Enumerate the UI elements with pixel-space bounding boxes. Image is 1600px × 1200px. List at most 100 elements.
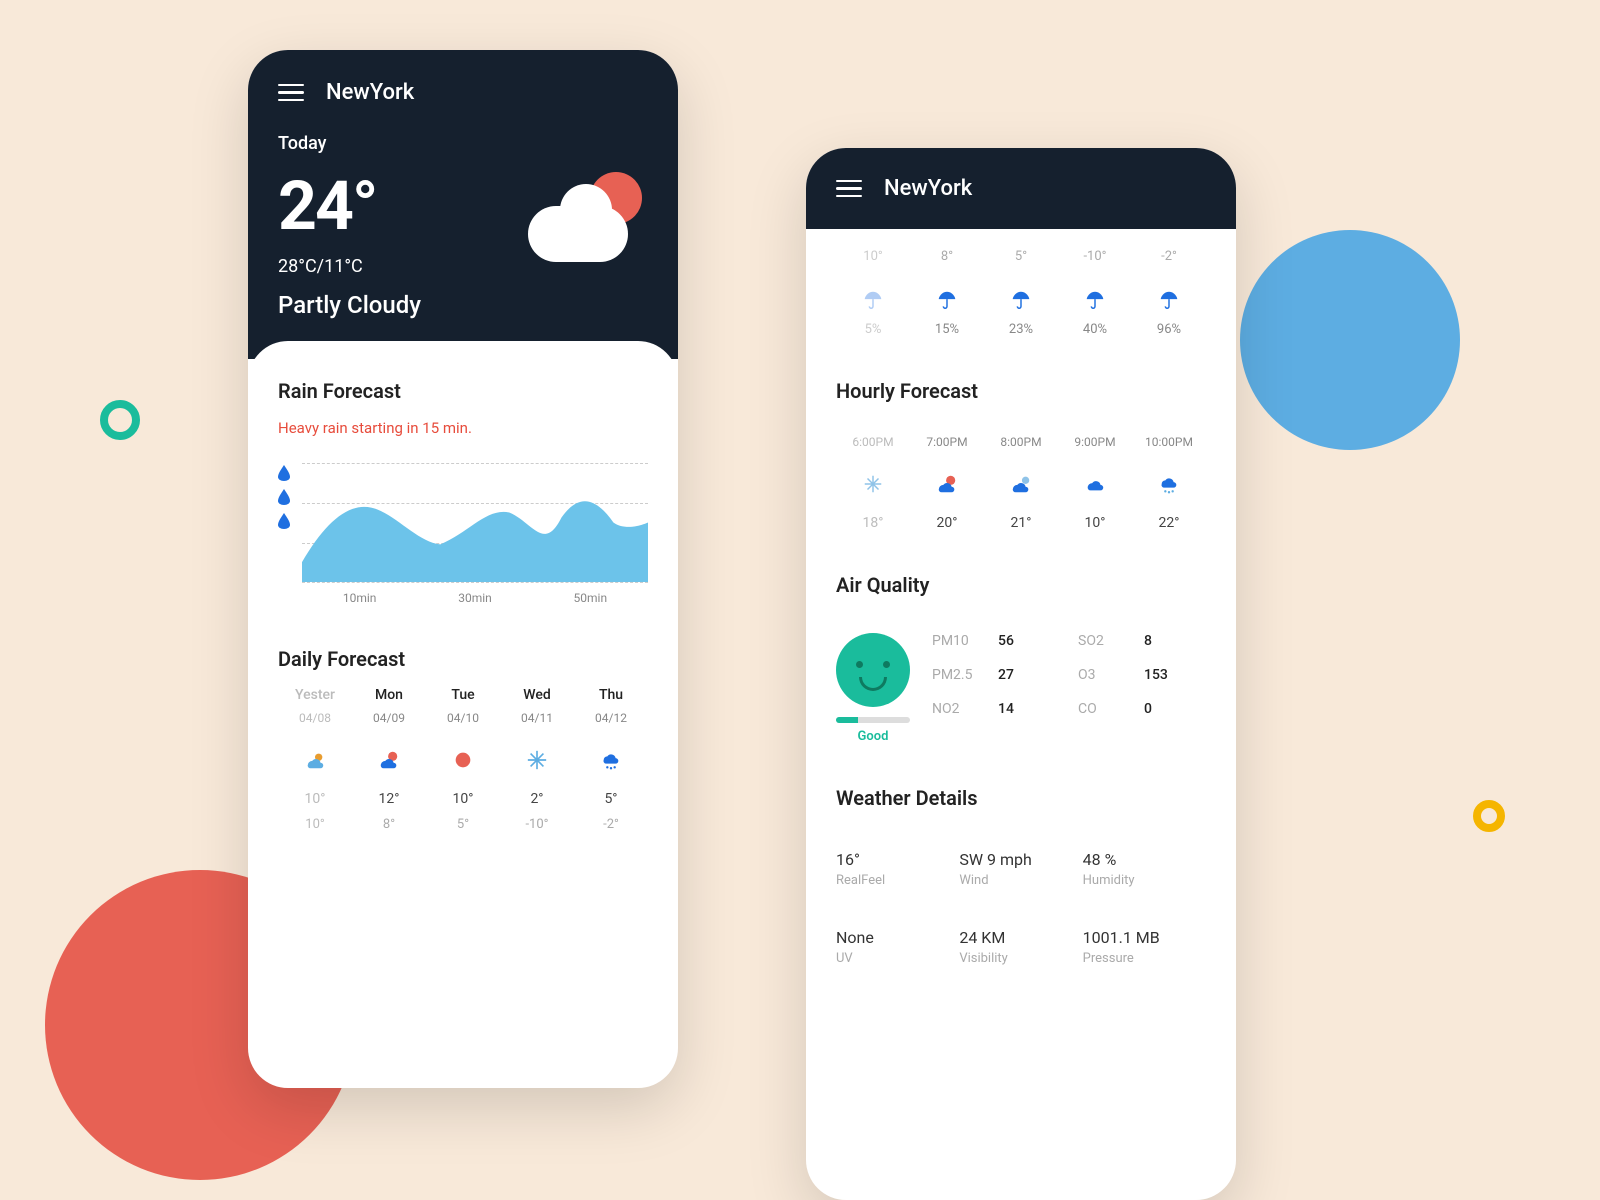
- day-date: 04/08: [278, 711, 352, 725]
- detail-label: Visibility: [959, 951, 1082, 966]
- weather-icon: [984, 469, 1058, 499]
- daily-low-temps-row: 10°8°5°-10°-2°: [836, 249, 1206, 264]
- lo-temp: 8°: [910, 249, 984, 264]
- aq-metric-value: 14: [998, 701, 1014, 717]
- air-quality-badge: Good: [836, 633, 910, 744]
- current-temp: 24°: [278, 172, 421, 240]
- bg-circle-blue: [1240, 230, 1460, 450]
- hour-column[interactable]: 6:00PM: [836, 435, 910, 449]
- hi-temp: 5°: [574, 791, 648, 807]
- weather-details-title: Weather Details: [836, 786, 1206, 810]
- content-scroller[interactable]: Rain Forecast Heavy rain starting in 15 …: [248, 341, 678, 852]
- today-label: Today: [278, 133, 648, 154]
- detail-value: 24 KM: [959, 928, 1082, 947]
- lo-temp: 5°: [426, 817, 500, 832]
- hi-temp: 12°: [352, 791, 426, 807]
- aq-metric: SO2 8: [1078, 633, 1206, 649]
- aq-metric-key: PM10: [932, 633, 980, 649]
- aq-metric-value: 56: [998, 633, 1014, 649]
- lo-temp: -2°: [1132, 249, 1206, 264]
- day-column[interactable]: Yester: [278, 687, 352, 703]
- detail-label: Pressure: [1083, 951, 1206, 966]
- day-column[interactable]: Thu: [574, 687, 648, 703]
- precip-percent: 5%: [836, 322, 910, 337]
- content-scroller[interactable]: 10°8°5°-10°-2° 5% 15% 23% 40% 96% Hourly…: [806, 229, 1236, 986]
- weather-icon: [278, 745, 352, 775]
- rain-alert: Heavy rain starting in 15 min.: [278, 419, 648, 437]
- precip-column[interactable]: 96%: [1132, 288, 1206, 337]
- rain-area-chart: [302, 463, 648, 583]
- daily-forecast-title: Daily Forecast: [278, 647, 648, 671]
- umbrella-icon: [984, 288, 1058, 312]
- bg-ring-yellow: [1473, 800, 1505, 832]
- aq-metric: O3 153: [1078, 667, 1206, 683]
- phone-today: NewYork Today 24° 28°C/11°C Partly Cloud…: [248, 50, 678, 1088]
- detail-item: SW 9 mph Wind: [959, 850, 1082, 888]
- aq-metric-key: NO2: [932, 701, 980, 717]
- day-date: 04/10: [426, 711, 500, 725]
- day-column[interactable]: Wed: [500, 687, 574, 703]
- air-quality-meter: [836, 717, 910, 723]
- umbrella-icon: [1058, 288, 1132, 312]
- hour-column[interactable]: 8:00PM: [984, 435, 1058, 449]
- app-header: NewYork: [806, 148, 1236, 229]
- aq-metric-value: 27: [998, 667, 1014, 683]
- detail-value: 48 %: [1083, 850, 1206, 869]
- hour-column[interactable]: 7:00PM: [910, 435, 984, 449]
- detail-value: 1001.1 MB: [1083, 928, 1206, 947]
- lo-temp: 5°: [984, 249, 1058, 264]
- today-readout: 24° 28°C/11°C Partly Cloudy: [278, 172, 421, 319]
- precip-column[interactable]: 5%: [836, 288, 910, 337]
- hour-column[interactable]: 10:00PM: [1132, 435, 1206, 449]
- hourly-forecast-grid: 6:00PM7:00PM8:00PM9:00PM10:00PM 18°20°21°…: [836, 435, 1206, 531]
- aq-metric-key: CO: [1078, 701, 1126, 717]
- detail-label: UV: [836, 951, 959, 966]
- weather-icon: [352, 745, 426, 775]
- hourly-forecast-title: Hourly Forecast: [836, 379, 1206, 403]
- detail-label: RealFeel: [836, 873, 959, 888]
- weather-icon: [836, 469, 910, 499]
- hour-temp: 22°: [1132, 515, 1206, 531]
- weather-icon: [500, 745, 574, 775]
- weather-details-grid: 16° RealFeel SW 9 mph Wind 48 % Humidity…: [836, 850, 1206, 966]
- raindrop-icon: [278, 489, 290, 505]
- hour-temp: 20°: [910, 515, 984, 531]
- menu-icon[interactable]: [278, 84, 304, 102]
- detail-item: 16° RealFeel: [836, 850, 959, 888]
- day-column[interactable]: Mon: [352, 687, 426, 703]
- air-quality-status: Good: [836, 729, 910, 744]
- current-condition: Partly Cloudy: [278, 291, 421, 319]
- partly-cloudy-icon: [528, 172, 648, 262]
- detail-item: 1001.1 MB Pressure: [1083, 928, 1206, 966]
- air-quality-title: Air Quality: [836, 573, 1206, 597]
- hi-temp: 10°: [278, 791, 352, 807]
- lo-temp: -2°: [574, 817, 648, 832]
- lo-temp: 8°: [352, 817, 426, 832]
- day-date: 04/11: [500, 711, 574, 725]
- weather-icon: [1058, 469, 1132, 499]
- rain-forecast-title: Rain Forecast: [278, 379, 648, 403]
- rain-chart-x-ticks: 10min 30min 50min: [302, 591, 648, 605]
- x-tick: 50min: [574, 591, 608, 605]
- precip-column[interactable]: 15%: [910, 288, 984, 337]
- precip-column[interactable]: 40%: [1058, 288, 1132, 337]
- day-column[interactable]: Tue: [426, 687, 500, 703]
- bg-ring-teal: [100, 400, 140, 440]
- weather-icon: [910, 469, 984, 499]
- hour-column[interactable]: 9:00PM: [1058, 435, 1132, 449]
- precip-column[interactable]: 23%: [984, 288, 1058, 337]
- detail-value: None: [836, 928, 959, 947]
- hi-temp: 10°: [426, 791, 500, 807]
- daily-forecast-grid: YesterMonTueWedThu04/0804/0904/1004/1104…: [278, 687, 648, 832]
- weather-icon: [426, 745, 500, 775]
- aq-metric: NO2 14: [932, 701, 1060, 717]
- lo-temp: -10°: [500, 817, 574, 832]
- hour-temp: 21°: [984, 515, 1058, 531]
- x-tick: 30min: [458, 591, 492, 605]
- detail-value: 16°: [836, 850, 959, 869]
- precip-percent: 96%: [1132, 322, 1206, 337]
- rain-level-icons: [278, 465, 290, 605]
- aq-metric-key: O3: [1078, 667, 1126, 683]
- menu-icon[interactable]: [836, 180, 862, 198]
- hour-temp: 18°: [836, 515, 910, 531]
